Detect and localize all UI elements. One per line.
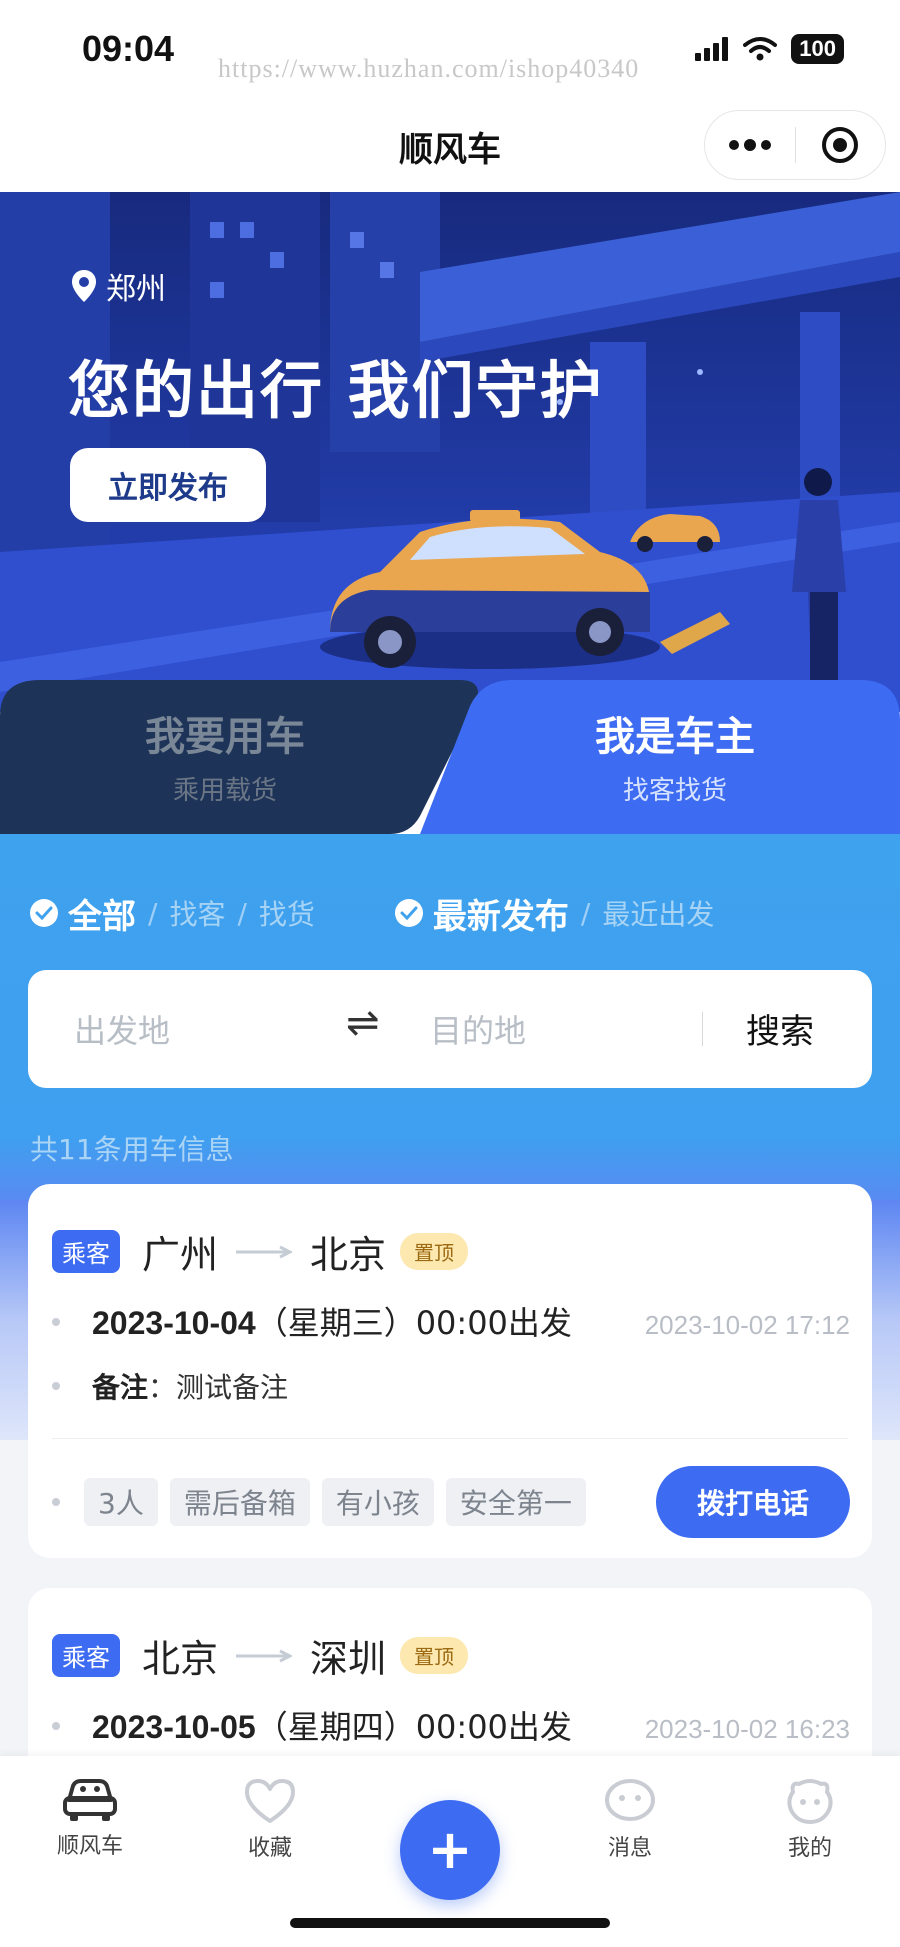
swap-icon[interactable]: ⇌ [346,1000,380,1046]
posted-time: 2023-10-02 17:12 [644,1310,850,1340]
search-box: 出发地 ⇌ 目的地 搜索 [28,970,872,1088]
status-bar: 09:04 https://www.huzhan.com/ishop40340 … [0,0,900,100]
pinned-badge: 置顶 [400,1637,469,1674]
trip-route: 乘客 北京 深圳 置顶 [52,1628,469,1683]
close-miniprogram-button[interactable] [796,111,886,179]
bullet [52,1382,60,1390]
trip-tags: 3人 需后备箱 有小孩 安全第一 [84,1478,586,1526]
location-selector[interactable]: 郑州 [72,264,166,308]
location-pin-icon [72,270,96,302]
filter-all[interactable]: 全部 [68,889,136,938]
note-label: 备注 [92,1371,149,1404]
filter-separator: / [237,896,247,930]
tab-need-car-subtitle: 乘用载货 [172,775,277,806]
passenger-badge: 乘客 [52,1634,120,1677]
trip-card[interactable]: 乘客 广州 北京 置顶 2023-10-04（星期三）00:00出发 2023-… [28,1184,872,1558]
passenger-badge: 乘客 [52,1230,120,1273]
status-time: 09:04 [82,28,175,69]
bullet [52,1318,60,1326]
more-dots-icon [728,139,771,151]
message-face-icon [605,1779,655,1821]
role-tabs: 我要用车 乘用载货 我是车主 找客找货 [0,676,900,834]
tab-need-car-title: 我要用车 [145,713,305,760]
route-arrow-icon [236,1245,293,1258]
departure-time: 2023-10-05（星期四）00:00出发 [92,1702,572,1748]
departure-weekday: （星期四）00:00出发 [255,1708,572,1746]
profile-face-icon [787,1779,833,1824]
pinned-badge: 置顶 [400,1233,469,1270]
add-post-button[interactable]: + [400,1800,500,1900]
tag: 有小孩 [321,1478,434,1526]
battery-indicator: 100 [791,34,844,64]
card-divider [52,1438,848,1439]
check-icon [30,899,58,927]
trip-route: 乘客 广州 北京 置顶 [52,1224,469,1279]
signal-icon [695,37,729,61]
route-arrow-icon [236,1649,293,1662]
status-icons: 100 [695,34,844,64]
check-icon [394,899,423,927]
departure-time: 2023-10-04（星期三）00:00出发 [92,1298,572,1344]
tag: 安全第一 [445,1478,586,1526]
note: 备注：测试备注 [92,1366,288,1406]
destination-input[interactable]: 目的地 [430,1006,526,1052]
publish-now-button[interactable]: 立即发布 [70,448,266,522]
departure-weekday: （星期三）00:00出发 [255,1304,572,1342]
sort-latest[interactable]: 最新发布 [433,889,569,938]
heart-icon [245,1779,295,1823]
filter-row: 全部 / 找客 / 找货 最新发布 / 最近出发 [30,888,870,938]
search-button[interactable]: 搜索 [746,1004,814,1053]
tab-carpool-label: 顺风车 [56,1834,123,1859]
tab-profile[interactable]: 我的 [750,1778,870,1862]
tab-messages-label: 消息 [607,1836,652,1861]
type-filter: 全部 / 找客 / 找货 [30,889,315,938]
call-button[interactable]: 拨打电话 [656,1466,850,1538]
departure-date: 2023-10-04 [92,1305,256,1341]
from-city: 北京 [142,1637,219,1681]
wifi-icon [743,37,778,61]
filter-find-cargo[interactable]: 找货 [259,893,315,933]
tab-need-car[interactable]: 我要用车 乘用载货 [0,676,450,834]
to-city: 深圳 [310,1637,387,1681]
tab-favorites-label: 收藏 [247,1836,292,1861]
nav-bar: 顺风车 [0,100,900,192]
departure-input[interactable]: 出发地 [74,1006,170,1052]
departure-date: 2023-10-05 [92,1709,256,1745]
tab-favorites[interactable]: 收藏 [210,1778,330,1862]
tab-profile-label: 我的 [787,1836,832,1861]
home-indicator [290,1918,610,1928]
filter-separator: / [148,896,158,930]
car-icon [63,1779,117,1821]
banner: 郑州 您的出行 我们守护 立即发布 [0,192,900,712]
bullet [52,1498,60,1506]
posted-time: 2023-10-02 16:23 [644,1714,850,1744]
tab-carpool[interactable]: 顺风车 [30,1778,150,1860]
watermark: https://www.huzhan.com/ishop40340 [218,54,640,83]
tab-car-owner[interactable]: 我是车主 找客找货 [450,676,900,834]
sort-departure[interactable]: 最近出发 [602,893,714,933]
note-text: ：测试备注 [148,1371,289,1404]
tab-car-owner-title: 我是车主 [595,713,755,760]
search-divider [702,1012,703,1046]
target-icon [822,127,859,163]
bullet [52,1722,60,1730]
to-city: 北京 [310,1233,387,1277]
tab-car-owner-subtitle: 找客找货 [622,775,727,806]
filter-area: 全部 / 找客 / 找货 最新发布 / 最近出发 出发地 ⇌ 目的地 搜索 共1… [0,834,900,1214]
from-city: 广州 [142,1233,219,1277]
result-count: 共11条用车信息 [30,1133,234,1166]
tab-messages[interactable]: 消息 [570,1778,690,1862]
filter-separator: / [580,896,591,930]
banner-slogan: 您的出行 我们守护 [68,354,604,427]
sort-filter: 最新发布 / 最近出发 [394,889,714,938]
miniprogram-capsule [704,110,886,180]
location-label: 郑州 [106,272,166,307]
tag: 需后备箱 [169,1478,310,1526]
tag: 3人 [84,1478,158,1526]
plus-icon: + [427,1818,473,1881]
more-button[interactable] [705,111,795,179]
filter-find-passenger[interactable]: 找客 [169,893,225,933]
